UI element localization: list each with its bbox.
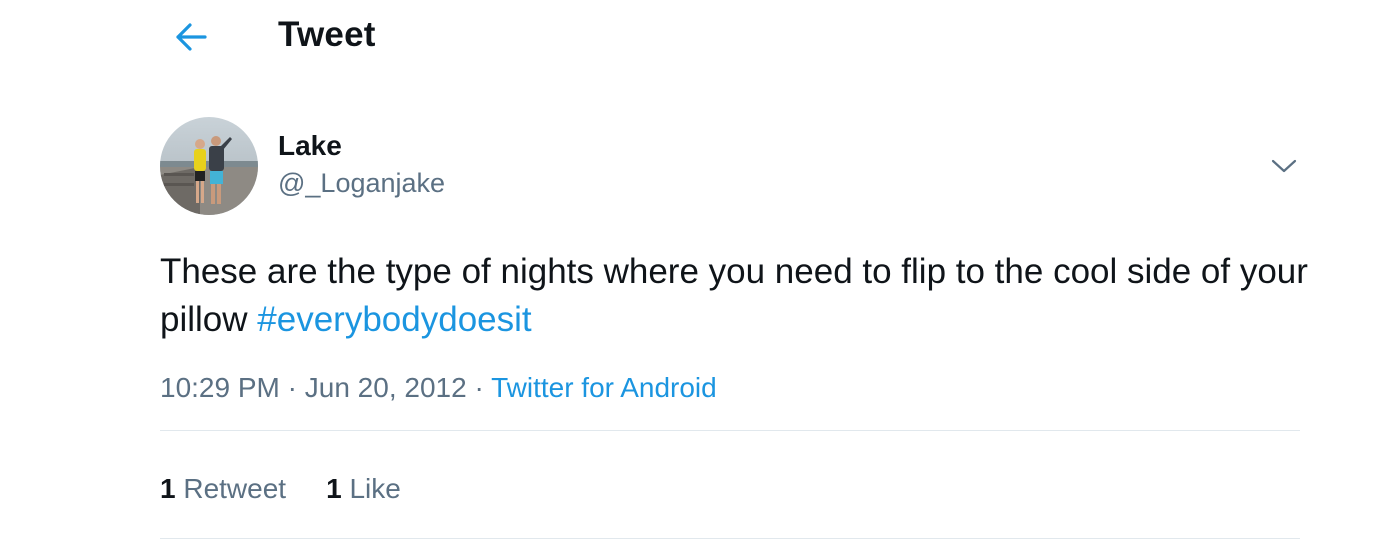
page-title: Tweet — [278, 15, 376, 54]
tweet-source-link[interactable]: Twitter for Android — [491, 372, 717, 403]
author-display-name[interactable]: Lake — [278, 130, 342, 162]
divider — [160, 538, 1300, 539]
divider — [160, 430, 1300, 431]
arrow-left-icon — [176, 23, 207, 51]
meta-separator: · — [474, 372, 484, 403]
author-handle[interactable]: @_Loganjake — [278, 168, 445, 199]
tweet-date[interactable]: Jun 20, 2012 — [305, 372, 467, 403]
likes-label: Like — [349, 473, 401, 504]
more-options-button[interactable] — [1264, 146, 1304, 186]
retweets-label: Retweet — [183, 473, 287, 504]
likes-stat[interactable]: 1 Like — [326, 473, 401, 505]
retweets-stat[interactable]: 1 Retweet — [160, 473, 286, 505]
tweet-meta: 10:29 PM · Jun 20, 2012 · Twitter for An… — [160, 372, 717, 404]
tweet-stats: 1 Retweet 1 Like — [160, 473, 401, 505]
tweet-text: These are the type of nights where you n… — [160, 248, 1310, 344]
chevron-down-icon — [1271, 159, 1297, 173]
back-button[interactable] — [168, 14, 214, 60]
hashtag-link[interactable]: #everybodydoesit — [257, 300, 531, 339]
retweets-count: 1 — [160, 473, 176, 504]
tweet-page: Tweet Lake @_Loganjake These are the typ… — [0, 0, 1390, 559]
meta-separator: · — [287, 372, 297, 403]
avatar[interactable] — [160, 117, 258, 215]
avatar-photo — [160, 117, 258, 215]
tweet-time[interactable]: 10:29 PM — [160, 372, 280, 403]
likes-count: 1 — [326, 473, 342, 504]
